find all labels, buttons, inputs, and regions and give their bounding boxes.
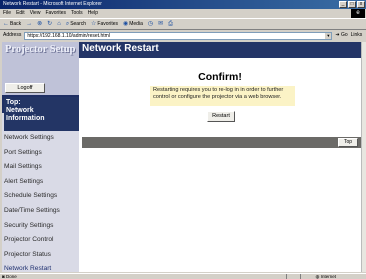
sidebar-item-date-time-settings[interactable]: Date/Time Settings <box>2 204 79 219</box>
home-button[interactable]: ⌂ <box>57 19 61 29</box>
sidebar-item-schedule-settings[interactable]: Schedule Settings <box>2 189 79 204</box>
links-button[interactable]: Links <box>351 30 363 41</box>
mail-button[interactable]: ✉ <box>158 19 163 29</box>
favorites-label: Favorites <box>97 21 118 27</box>
refresh-icon: ↻ <box>47 21 53 27</box>
refresh-button[interactable]: ↻ <box>47 19 52 29</box>
history-icon: ◷ <box>147 21 154 27</box>
top-button[interactable]: Top <box>338 138 358 147</box>
menu-file[interactable]: File <box>3 9 11 18</box>
address-url: https://192.168.1.10/admin/reset.html <box>27 32 110 39</box>
history-button[interactable]: ◷ <box>148 19 153 29</box>
section-title-line3: Information <box>6 115 45 122</box>
menu-help[interactable]: Help <box>88 9 98 18</box>
search-button[interactable]: ⌕ Search <box>66 19 86 29</box>
media-button[interactable]: ◉ Media <box>123 19 143 29</box>
sidebar-item-security-settings[interactable]: Security Settings <box>2 219 79 234</box>
search-icon: ⌕ <box>65 21 70 27</box>
logoff-button[interactable]: Logoff <box>5 83 45 93</box>
address-bar: Address https://192.168.1.10/admin/reset… <box>0 30 366 41</box>
print-button[interactable]: ⎙ <box>168 19 173 29</box>
stop-icon: ⊗ <box>37 21 43 27</box>
menu-bar: File Edit View Favorites Tools Help <box>0 9 366 18</box>
window-titlebar: Network Restart - Microsoft Internet Exp… <box>0 0 366 9</box>
go-button[interactable]: ➜ Go <box>335 30 347 41</box>
favorites-button[interactable]: ☆ Favorites <box>91 19 118 29</box>
projector-setup-logo: Projector Setup <box>5 44 76 55</box>
section-title: Top: Network Information <box>4 97 79 131</box>
nav-list: Network Settings Port Settings Mail Sett… <box>2 131 79 272</box>
close-button[interactable]: x <box>357 1 365 8</box>
search-label: Search <box>70 21 87 27</box>
status-bar: ◙ Done ◍ Internet <box>0 273 366 279</box>
sidebar-item-mail-settings[interactable]: Mail Settings <box>2 160 79 175</box>
section-title-line2: Network <box>6 107 34 114</box>
restart-button[interactable]: Restart <box>207 111 235 122</box>
home-icon: ⌂ <box>57 21 61 27</box>
main-content: Network Restart Confirm! Restarting requ… <box>79 42 361 272</box>
window-controls: _ □ x <box>339 1 365 8</box>
back-arrow-icon: ← <box>3 21 9 27</box>
main-header: Network Restart <box>79 42 361 58</box>
forward-button[interactable]: → <box>26 19 32 29</box>
ie-throbber-icon: e <box>351 9 365 18</box>
sidebar-item-network-settings[interactable]: Network Settings <box>2 131 79 146</box>
page-viewport: Projector Setup Logoff Top: Network Info… <box>2 42 361 272</box>
sidebar-item-alert-settings[interactable]: Alert Settings <box>2 175 79 190</box>
vertical-scrollbar[interactable] <box>361 42 366 272</box>
zone-label: Internet <box>320 274 336 279</box>
toolbar: ← Back → ⊗ ↻ ⌂ ⌕ Search ☆ Favorites ◉ Me… <box>0 18 366 30</box>
sidebar-item-projector-status[interactable]: Projector Status <box>2 248 79 263</box>
star-icon: ☆ <box>91 21 97 27</box>
sidebar: Projector Setup Logoff Top: Network Info… <box>2 42 79 272</box>
back-button[interactable]: ← Back <box>3 19 21 29</box>
sidebar-item-port-settings[interactable]: Port Settings <box>2 146 79 161</box>
page-title: Network Restart <box>82 43 159 54</box>
status-divider <box>286 274 287 279</box>
minimize-button[interactable]: _ <box>339 1 347 8</box>
section-title-line1: Top: <box>6 99 21 106</box>
sidebar-item-network-restart[interactable]: Network Restart <box>2 262 79 272</box>
maximize-button[interactable]: □ <box>348 1 356 8</box>
globe-icon: ◍ <box>315 274 320 279</box>
print-icon: ⎙ <box>168 21 173 27</box>
security-zone: ◍ Internet <box>316 274 336 279</box>
ie-page-icon: ◙ <box>2 274 5 279</box>
media-icon: ◉ <box>122 21 129 27</box>
confirm-heading: Confirm! <box>198 71 242 83</box>
address-dropdown-icon[interactable]: ▼ <box>325 32 332 39</box>
media-label: Media <box>129 21 143 27</box>
address-label: Address <box>3 32 22 38</box>
menu-view[interactable]: View <box>30 9 41 18</box>
go-arrow-icon: ➜ <box>335 32 340 38</box>
back-label: Back <box>10 21 22 27</box>
window-title: Network Restart - Microsoft Internet Exp… <box>3 1 102 7</box>
status-text: Done <box>5 274 17 279</box>
address-input[interactable]: https://192.168.1.10/admin/reset.html ▼ <box>24 31 333 40</box>
menu-tools[interactable]: Tools <box>71 9 83 18</box>
menu-edit[interactable]: Edit <box>16 9 25 18</box>
restart-message: Restarting requires you to re-log in in … <box>150 86 295 106</box>
footer-bar: Top <box>82 137 361 148</box>
mail-icon: ✉ <box>158 21 164 27</box>
status-divider <box>300 274 301 279</box>
sidebar-item-projector-control[interactable]: Projector Control <box>2 233 79 248</box>
menu-favorites[interactable]: Favorites <box>45 9 66 18</box>
forward-arrow-icon: → <box>26 21 33 27</box>
stop-button[interactable]: ⊗ <box>37 19 42 29</box>
go-label: Go <box>340 32 348 38</box>
